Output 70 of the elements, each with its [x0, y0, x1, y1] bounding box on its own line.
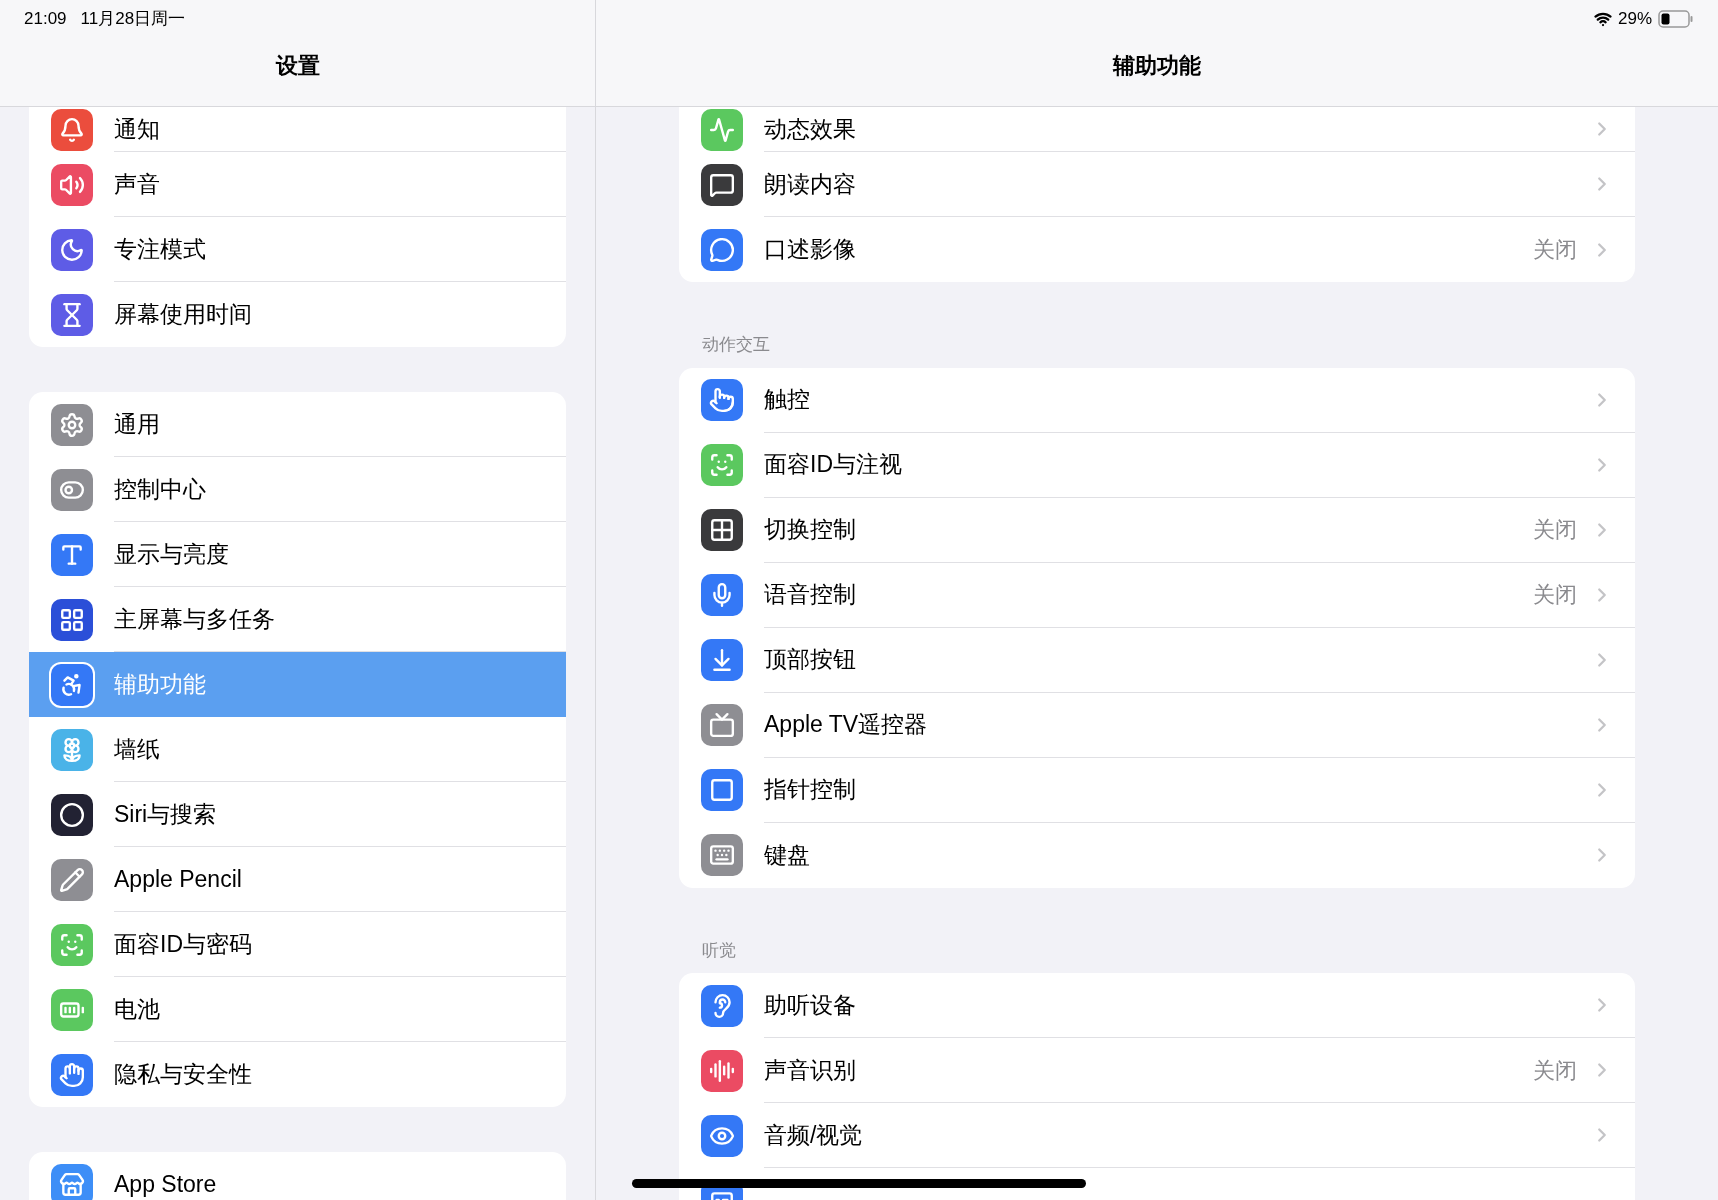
sidebar-item[interactable]: 电池 [29, 977, 566, 1042]
row-label: 面容ID与注视 [764, 450, 903, 480]
settings-row[interactable]: 音频/视觉 [679, 1103, 1635, 1168]
settings-row[interactable]: 声音识别 关闭 [679, 1038, 1635, 1103]
item-label: 主屏幕与多任务 [114, 607, 275, 631]
section-header: 动作交互 [702, 335, 770, 354]
row-label: 朗读内容 [764, 169, 857, 199]
row-value: 关闭 [1533, 236, 1577, 264]
item-label: 通用 [114, 412, 160, 436]
item-label: 电池 [114, 997, 160, 1021]
settings-row[interactable]: 朗读内容 [679, 152, 1635, 217]
detail-title: 辅助功能 [1113, 52, 1201, 81]
item-label: 墙纸 [114, 737, 160, 761]
battery-icon [1658, 9, 1694, 28]
sidebar-item[interactable]: 隐私与安全性 [29, 1042, 566, 1107]
row-label: 音频/视觉 [764, 1120, 864, 1150]
sidebar-item[interactable]: Siri与搜索 [29, 782, 566, 847]
settings-row[interactable]: 键盘 [679, 822, 1635, 888]
item-label: 控制中心 [114, 477, 206, 501]
settings-row[interactable]: 面容ID与注视 [679, 432, 1635, 498]
sidebar-title: 设置 [275, 52, 320, 81]
row-label: 口述影像 [764, 235, 857, 265]
item-label: 隐私与安全性 [114, 1063, 252, 1086]
item-label: Apple Pencil [114, 867, 242, 891]
settings-row[interactable]: 动态效果 [679, 107, 1635, 152]
sidebar-item[interactable]: 通用 [29, 392, 566, 457]
settings-row[interactable]: Apple TV遥控器 [679, 692, 1635, 758]
item-label: 屏幕使用时间 [114, 303, 252, 326]
row-label: 动态效果 [764, 114, 857, 144]
sidebar-item[interactable]: 专注模式 [29, 217, 566, 282]
row-value: 关闭 [1533, 516, 1577, 544]
sidebar-item[interactable]: 显示与亮度 [29, 522, 566, 587]
sidebar-item[interactable]: 声音 [29, 152, 566, 217]
section-header: 听觉 [702, 940, 736, 960]
row-label: 顶部按钮 [764, 645, 857, 675]
sidebar-item[interactable]: 控制中心 [29, 457, 566, 522]
sidebar-item[interactable]: App Store [29, 1152, 566, 1200]
item-label: Siri与搜索 [114, 802, 217, 826]
settings-row[interactable]: 触控 [679, 367, 1635, 433]
settings-row[interactable]: 助听设备 [679, 973, 1635, 1038]
row-label: 声音识别 [764, 1055, 857, 1085]
item-label: 面容ID与密码 [114, 932, 252, 956]
row-label: 语音控制 [764, 580, 857, 610]
item-label: 声音 [114, 172, 160, 196]
sidebar-item[interactable]: Apple Pencil [29, 847, 566, 912]
row-label: 切换控制 [764, 515, 857, 545]
item-label: App Store [114, 1173, 217, 1196]
settings-row[interactable]: 口述影像 关闭 [679, 217, 1635, 282]
row-label: 键盘 [764, 840, 811, 870]
settings-row[interactable]: 指针控制 [679, 757, 1635, 823]
sidebar-item[interactable]: 墙纸 [29, 717, 566, 782]
row-label: 助听设备 [764, 990, 857, 1020]
sidebar-item[interactable]: 屏幕使用时间 [29, 282, 566, 347]
settings-row[interactable]: 语音控制 关闭 [679, 562, 1635, 628]
row-value: 关闭 [1533, 581, 1577, 609]
row-label: Apple TV遥控器 [764, 710, 929, 740]
item-label: 辅助功能 [114, 673, 206, 696]
status-time: 21:09 [24, 8, 67, 30]
row-label: 指针控制 [764, 775, 857, 805]
row-value: 关闭 [1533, 1056, 1577, 1085]
sidebar-item[interactable]: 通知 [29, 107, 566, 152]
settings-row[interactable]: 顶部按钮 [679, 627, 1635, 693]
status-date: 11月28日周一 [80, 8, 186, 30]
sidebar-item[interactable]: 面容ID与密码 [29, 912, 566, 977]
battery-percent: 29% [1617, 8, 1652, 30]
item-label: 专注模式 [114, 237, 206, 261]
item-label: 通知 [114, 117, 160, 141]
settings-row[interactable]: 切换控制 关闭 [679, 497, 1635, 563]
row-label: 触控 [764, 385, 811, 415]
item-label: 显示与亮度 [114, 542, 229, 566]
